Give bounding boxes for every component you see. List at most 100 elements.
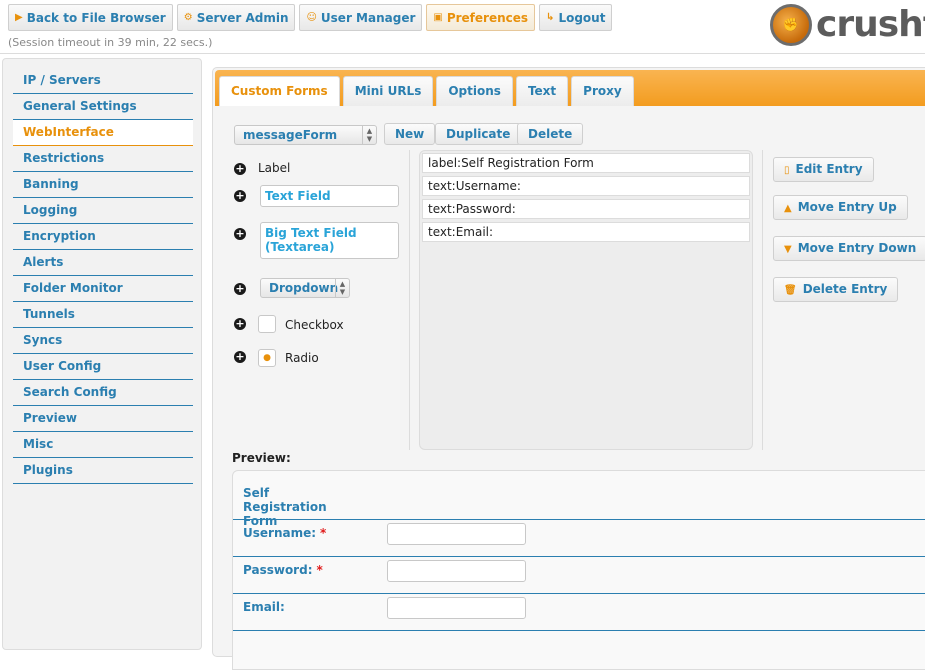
checkbox-sample: [258, 315, 276, 333]
user-icon: ☺: [306, 12, 317, 23]
palette-divider: [409, 150, 410, 450]
delete-entry-button[interactable]: 🗑 Delete Entry: [773, 277, 899, 302]
textarea-sample: Big Text Field (Textarea): [260, 222, 399, 259]
preview-divider: [233, 556, 925, 557]
delete-entry-label: Delete Entry: [802, 282, 888, 296]
folder-icon: ▶: [15, 12, 23, 23]
sidebar-item-ip-servers[interactable]: IP / Servers: [13, 68, 193, 94]
move-entry-down-label: Move Entry Down: [797, 241, 917, 255]
preview-password-input[interactable]: [387, 560, 526, 582]
move-entry-down-button[interactable]: ▼ Move Entry Down: [773, 236, 925, 261]
sidebar-item-webinterface[interactable]: WebInterface: [13, 120, 193, 146]
tab-options[interactable]: Options: [436, 76, 513, 106]
actions-divider: [762, 150, 763, 450]
text-field-sample: Text Field: [260, 185, 399, 207]
logout-label: Logout: [558, 10, 606, 25]
edit-entry-label: Edit Entry: [795, 162, 863, 176]
edit-icon: ▯: [784, 165, 790, 176]
logout-icon: ↳: [546, 12, 555, 23]
sidebar-item-preview[interactable]: Preview: [13, 406, 193, 432]
move-entry-up-button[interactable]: ▲ Move Entry Up: [773, 195, 908, 220]
tab-text[interactable]: Text: [515, 76, 569, 106]
sidebar-item-alerts[interactable]: Alerts: [13, 250, 193, 276]
preview-username-input[interactable]: [387, 523, 526, 545]
form-select[interactable]: messageForm ▲ ▼: [234, 125, 377, 145]
preview-heading: Preview:: [232, 451, 291, 465]
sidebar-item-search-config[interactable]: Search Config: [13, 380, 193, 406]
sidebar-item-logging[interactable]: Logging: [13, 198, 193, 224]
settings-sidebar: IP / Servers General Settings WebInterfa…: [2, 58, 202, 650]
dropdown-sample-label: Dropdown: [269, 281, 339, 295]
preview-divider: [233, 519, 925, 520]
new-form-button[interactable]: New: [384, 123, 436, 145]
preview-password-label: Password: *: [243, 563, 323, 577]
add-dropdown-icon[interactable]: +: [234, 283, 246, 295]
preview-divider: [233, 630, 925, 631]
user-manager-button[interactable]: ☺ User Manager: [299, 4, 423, 31]
dropdown-arrows-icon: ▲ ▼: [335, 279, 349, 297]
sidebar-item-misc[interactable]: Misc: [13, 432, 193, 458]
select-arrows-icon: ▲ ▼: [362, 126, 376, 144]
sidebar-item-general-settings[interactable]: General Settings: [13, 94, 193, 120]
preview-email-input[interactable]: [387, 597, 526, 619]
session-timeout-text: (Session timeout in 39 min, 22 secs.): [8, 36, 213, 49]
tab-custom-forms[interactable]: Custom Forms: [219, 76, 340, 106]
form-entries-list[interactable]: label:Self Registration Form text:Userna…: [419, 150, 753, 450]
password-label-text: Password:: [243, 563, 313, 577]
preview-username-label: Username: *: [243, 526, 326, 540]
add-textarea-icon[interactable]: +: [234, 228, 246, 240]
server-admin-label: Server Admin: [196, 10, 289, 25]
logo-text: crushf: [816, 4, 925, 45]
required-marker: *: [320, 526, 327, 540]
preview-form-title: Self Registration Form: [243, 486, 327, 528]
trash-icon: 🗑: [784, 285, 797, 296]
preview-divider: [233, 593, 925, 594]
delete-form-button[interactable]: Delete: [517, 123, 584, 145]
back-to-file-browser-label: Back to File Browser: [26, 10, 166, 25]
add-label-icon[interactable]: +: [234, 163, 246, 175]
arrow-down-icon: ▼: [784, 244, 792, 255]
server-admin-button[interactable]: ⚙ Server Admin: [176, 4, 296, 31]
add-checkbox-icon[interactable]: +: [234, 318, 246, 330]
preferences-label: Preferences: [446, 10, 529, 25]
preview-email-label: Email:: [243, 600, 285, 614]
tab-proxy[interactable]: Proxy: [571, 76, 634, 106]
duplicate-form-button[interactable]: Duplicate: [435, 123, 522, 145]
dropdown-sample: Dropdown ▲ ▼: [260, 278, 350, 298]
sidebar-item-tunnels[interactable]: Tunnels: [13, 302, 193, 328]
webinterface-panel: Custom Forms Mini URLs Options Text Prox…: [212, 67, 925, 670]
radio-sample: ●: [258, 349, 276, 367]
radio-label: Radio: [285, 351, 319, 365]
sidebar-item-folder-monitor[interactable]: Folder Monitor: [13, 276, 193, 302]
add-radio-icon[interactable]: +: [234, 351, 246, 363]
back-to-file-browser-button[interactable]: ▶ Back to File Browser: [8, 4, 173, 31]
gear-icon: ⚙: [183, 12, 193, 23]
required-marker: *: [316, 563, 323, 577]
sidebar-item-user-config[interactable]: User Config: [13, 354, 193, 380]
logout-button[interactable]: ↳ Logout: [539, 4, 613, 31]
list-item[interactable]: text:Email:: [422, 222, 750, 242]
sidebar-item-restrictions[interactable]: Restrictions: [13, 146, 193, 172]
preferences-button[interactable]: ▣ Preferences: [426, 4, 536, 31]
sidebar-item-banning[interactable]: Banning: [13, 172, 193, 198]
form-preview: Self Registration Form Username: * Passwo…: [232, 470, 925, 670]
move-entry-up-label: Move Entry Up: [797, 200, 897, 214]
list-item[interactable]: text:Username:: [422, 176, 750, 196]
header-divider: [0, 53, 925, 54]
sidebar-item-encryption[interactable]: Encryption: [13, 224, 193, 250]
form-select-value: messageForm: [243, 128, 338, 142]
username-label-text: Username:: [243, 526, 317, 540]
sidebar-item-plugins[interactable]: Plugins: [13, 458, 193, 484]
checkbox-label: Checkbox: [285, 318, 344, 332]
user-manager-label: User Manager: [320, 10, 416, 25]
list-item[interactable]: text:Password:: [422, 199, 750, 219]
edit-entry-button[interactable]: ▯ Edit Entry: [773, 157, 874, 182]
email-label-text: Email:: [243, 600, 285, 614]
logo-fist-icon: ✊: [770, 4, 812, 46]
tab-mini-urls[interactable]: Mini URLs: [342, 76, 434, 106]
tab-bar: Custom Forms Mini URLs Options Text Prox…: [215, 70, 925, 106]
sidebar-item-syncs[interactable]: Syncs: [13, 328, 193, 354]
crushftp-logo: ✊ crushf: [770, 4, 925, 46]
add-text-field-icon[interactable]: +: [234, 190, 246, 202]
list-item[interactable]: label:Self Registration Form: [422, 153, 750, 173]
